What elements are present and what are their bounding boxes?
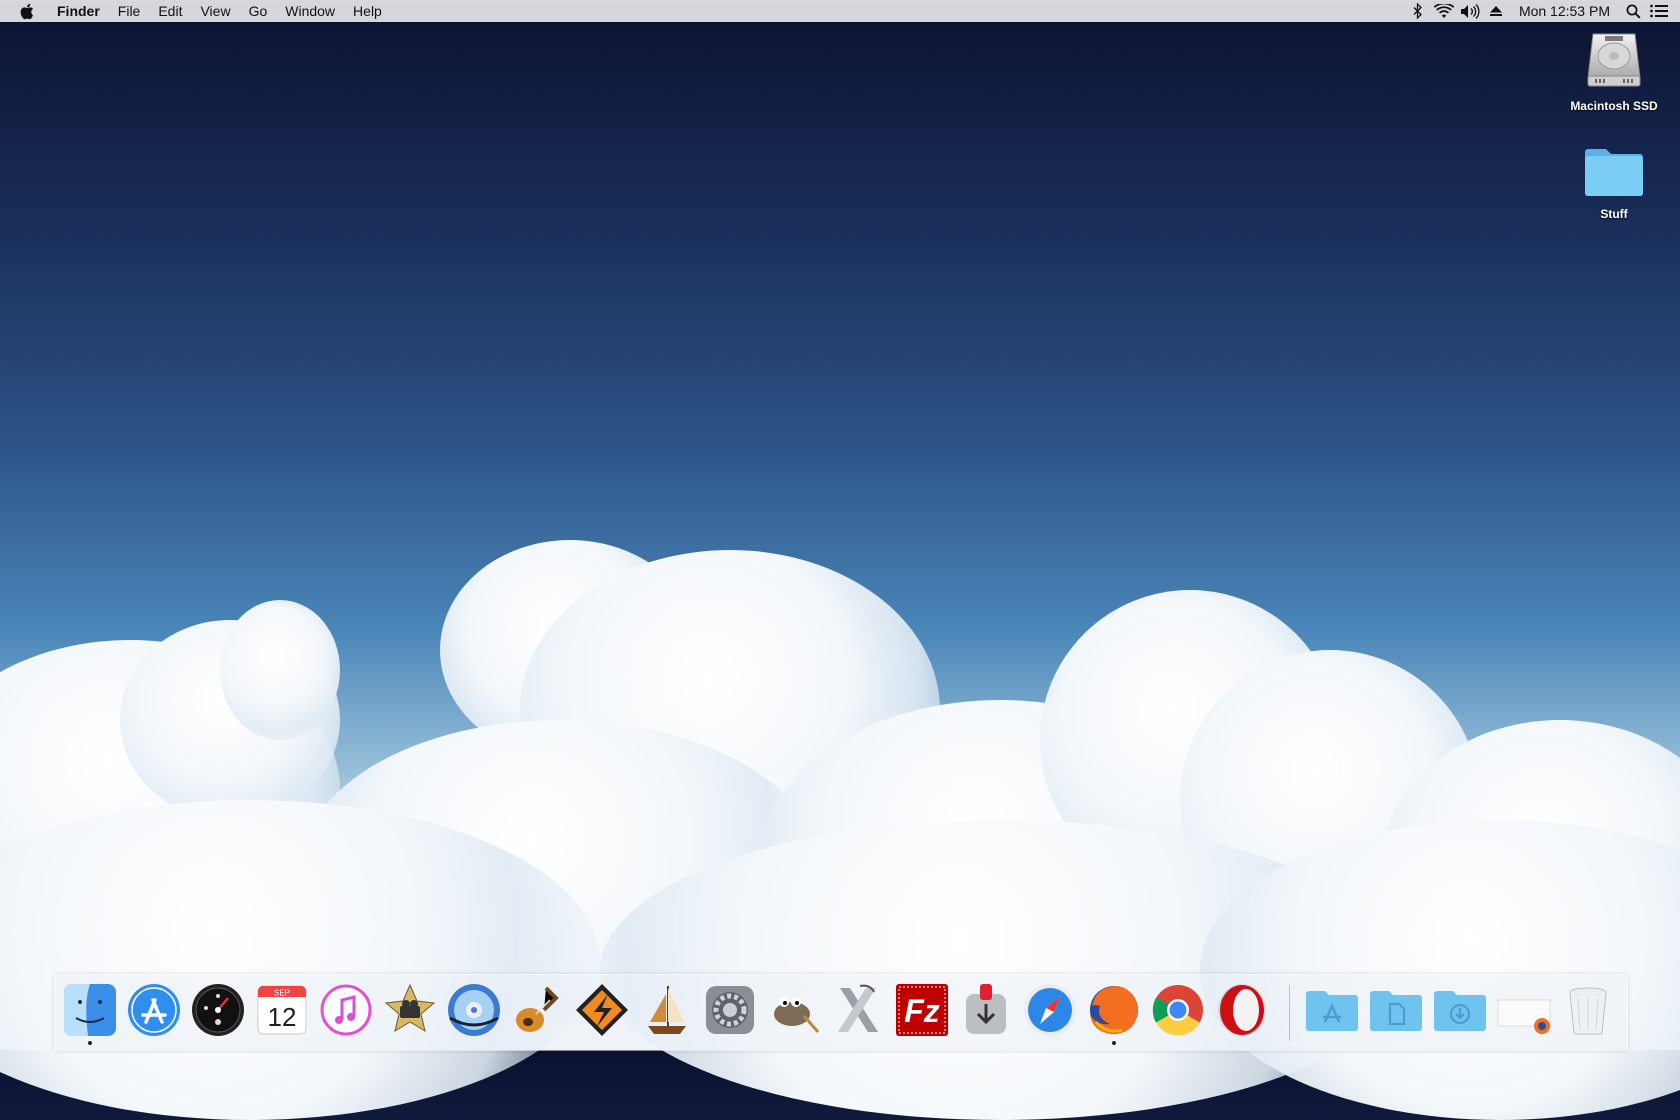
desktop-item-label: Stuff xyxy=(1600,207,1628,221)
dock-item-dvd-player[interactable] xyxy=(445,981,503,1039)
dock-item-finder[interactable] xyxy=(61,981,119,1045)
menu-edit[interactable]: Edit xyxy=(149,0,191,22)
dock-stack-documents[interactable] xyxy=(1367,981,1425,1039)
desktop-item-macintosh-ssd[interactable]: Macintosh SSD xyxy=(1559,30,1669,113)
menu-clock[interactable]: Mon 12:53 PM xyxy=(1509,0,1620,22)
opera-icon xyxy=(1218,984,1266,1036)
menu-finder[interactable]: Finder xyxy=(48,0,109,22)
dock: SEP 12 Fz xyxy=(54,974,1628,1051)
hard-drive-icon xyxy=(1585,30,1643,95)
dock-separator xyxy=(1289,985,1290,1041)
dock-item-winamp[interactable] xyxy=(573,981,631,1039)
trash-icon xyxy=(1569,987,1607,1035)
dock-item-dashboard[interactable] xyxy=(189,981,247,1039)
volume-icon[interactable] xyxy=(1457,0,1483,22)
dock-item-opera[interactable] xyxy=(1213,981,1271,1039)
x11-icon xyxy=(838,984,878,1032)
dock-minimized-firefox-window[interactable] xyxy=(1495,981,1553,1039)
wifi-icon[interactable] xyxy=(1431,0,1457,22)
menu-file[interactable]: File xyxy=(109,0,150,22)
desktop-wallpaper xyxy=(0,0,1680,1120)
desktop-item-stuff[interactable]: Stuff xyxy=(1559,146,1669,221)
apple-menu-icon[interactable] xyxy=(16,3,36,20)
itunes-icon xyxy=(320,984,372,1036)
dock-trash[interactable] xyxy=(1559,981,1617,1039)
imovie-icon xyxy=(384,983,436,1033)
desktop-item-label: Macintosh SSD xyxy=(1570,99,1658,113)
menu-bar: Finder File Edit View Go Window Help Mon… xyxy=(0,0,1680,22)
finder-icon xyxy=(64,984,116,1036)
menu-window[interactable]: Window xyxy=(276,0,344,22)
menu-go[interactable]: Go xyxy=(240,0,277,22)
calendar-month: SEP xyxy=(274,989,290,998)
dock-item-app-store[interactable] xyxy=(125,981,183,1039)
spotlight-icon[interactable] xyxy=(1620,0,1646,22)
applications-folder-icon xyxy=(1306,991,1358,1031)
dock-stack-downloads[interactable] xyxy=(1431,981,1489,1039)
svg-text:Fz: Fz xyxy=(904,993,940,1029)
garageband-icon xyxy=(516,986,559,1032)
menu-help[interactable]: Help xyxy=(344,0,391,22)
dock-item-garageband[interactable] xyxy=(509,981,567,1039)
dock-item-itunes[interactable] xyxy=(317,981,375,1039)
transmission-icon xyxy=(966,984,1006,1034)
safari-icon xyxy=(1024,984,1076,1036)
dock-item-imovie[interactable] xyxy=(381,981,439,1039)
dock-item-filezilla[interactable]: Fz xyxy=(893,981,951,1039)
calendar-day: 12 xyxy=(268,1002,297,1032)
dock-item-transmission[interactable] xyxy=(957,981,1015,1039)
menu-view[interactable]: View xyxy=(191,0,239,22)
app-store-icon xyxy=(128,984,180,1036)
bluetooth-icon[interactable] xyxy=(1405,0,1431,22)
notification-center-icon[interactable] xyxy=(1646,0,1672,22)
calendar-icon: SEP 12 xyxy=(257,985,307,1035)
chrome-icon xyxy=(1152,985,1203,1036)
gimp-icon xyxy=(774,997,820,1033)
dock-item-firefox[interactable] xyxy=(1085,981,1143,1045)
system-preferences-icon xyxy=(706,986,754,1034)
running-indicator xyxy=(88,1041,92,1045)
firefox-icon xyxy=(1090,986,1138,1034)
dock-item-safari[interactable] xyxy=(1021,981,1079,1039)
filezilla-icon: Fz xyxy=(896,984,948,1036)
winamp-icon xyxy=(576,984,628,1036)
dock-stack-applications[interactable] xyxy=(1303,981,1361,1039)
dock-item-sailboat-app[interactable] xyxy=(637,981,695,1039)
running-indicator xyxy=(1112,1041,1116,1045)
folder-icon xyxy=(1583,146,1645,203)
sailboat-app-icon xyxy=(648,986,686,1034)
dock-item-gimp[interactable] xyxy=(765,981,823,1039)
dock-item-x11[interactable] xyxy=(829,981,887,1039)
documents-folder-icon xyxy=(1370,991,1422,1031)
firefox-minimized-window-icon xyxy=(1497,999,1551,1034)
dashboard-icon xyxy=(192,984,244,1036)
eject-icon[interactable] xyxy=(1483,0,1509,22)
downloads-folder-icon xyxy=(1434,991,1486,1031)
dock-item-chrome[interactable] xyxy=(1149,981,1207,1039)
dvd-player-icon xyxy=(448,984,500,1036)
dock-item-calendar[interactable]: SEP 12 xyxy=(253,981,311,1039)
dock-item-system-preferences[interactable] xyxy=(701,981,759,1039)
